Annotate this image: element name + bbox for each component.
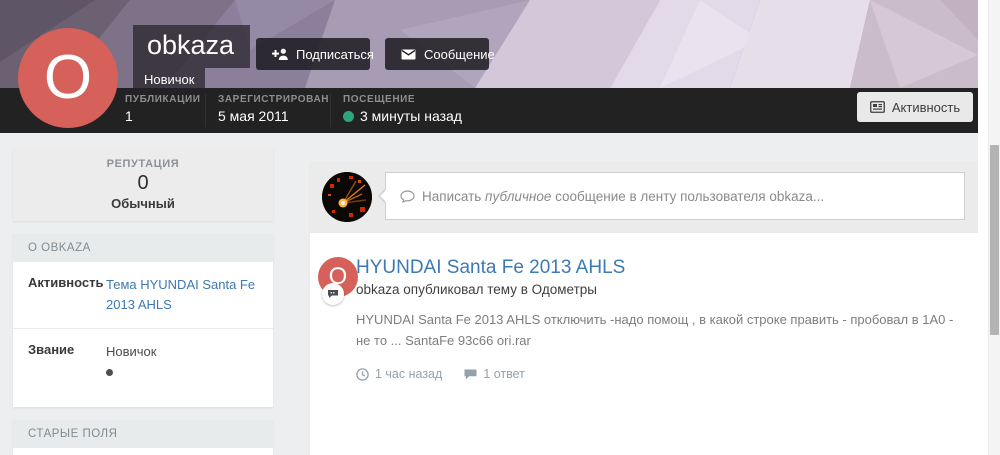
stats-divider	[205, 94, 206, 127]
online-status-dot	[343, 110, 354, 122]
main-column: Написать публичное сообщение в ленту пол…	[310, 162, 978, 455]
username: obkaza	[133, 25, 251, 68]
about-rank-value: Новичок	[106, 344, 157, 360]
old-fields-card: СТАРЫЕ ПОЛЯ Автомобиль c2	[13, 420, 273, 455]
about-row-rank: Звание Новичок	[13, 328, 273, 389]
about-card-title: О OBKAZA	[13, 234, 273, 262]
time-label: 1 час назад	[375, 367, 443, 382]
stats-divider	[330, 94, 331, 127]
status-placeholder: Написать публичное сообщение в ленту пол…	[422, 188, 825, 204]
activity-meta: 1 час назад 1 ответ	[356, 367, 958, 381]
stat-posts-value: 1	[125, 108, 133, 124]
about-activity-label: Активность	[28, 275, 104, 290]
follow-button-label: Подписаться	[296, 46, 374, 62]
reputation-title: РЕПУТАЦИЯ	[106, 158, 180, 170]
speedometer-avatar-image	[322, 172, 372, 222]
activity-button-label: Активность	[891, 99, 961, 115]
profile-page: O obkaza Новичок Подписаться Сообщение П…	[0, 0, 978, 455]
stat-joined-value: 5 мая 2011	[218, 108, 289, 124]
composer-pointer-fill	[379, 188, 388, 204]
viewer-avatar[interactable]	[322, 172, 372, 222]
replies-label: 1 ответ	[483, 367, 525, 382]
stat-joined-label: ЗАРЕГИСТРИРОВАН	[218, 94, 330, 105]
status-input[interactable]: Написать публичное сообщение в ленту пол…	[385, 172, 965, 220]
rank-pip-icon	[106, 369, 113, 377]
reputation-value: 0	[137, 172, 149, 194]
activity-byline: obkaza опубликовал тему в Одометры	[356, 282, 597, 297]
activity-item: O HYUNDAI Santa Fe 2013 AHLS obkaza опуб…	[310, 233, 978, 381]
about-rank-label: Звание	[28, 342, 75, 358]
message-button-label: Сообщение	[424, 46, 495, 62]
user-rank-badge: Новичок	[133, 68, 206, 93]
stat-posts: ПУБЛИКАЦИИ 1	[125, 94, 201, 124]
stat-joined: ЗАРЕГИСТРИРОВАН 5 мая 2011	[218, 94, 329, 124]
speech-bubble-icon	[400, 189, 415, 203]
sidebar: РЕПУТАЦИЯ 0 Обычный О OBKAZA Активность …	[13, 149, 273, 455]
about-row-activity: Активность Тема HYUNDAI Santa Fe 2013 AH…	[13, 262, 273, 328]
replies-meta[interactable]: 1 ответ	[464, 367, 525, 381]
topic-excerpt: HYUNDAI Santa Fe 2013 AHLS отключить -на…	[356, 312, 954, 349]
comment-badge-icon	[328, 290, 338, 298]
newspaper-icon	[869, 101, 885, 113]
stat-last-visit-value: 3 минуты назад	[360, 108, 462, 124]
message-button[interactable]: Сообщение	[385, 38, 495, 70]
stat-last-visit: ПОСЕЩЕНИЕ 3 минуты назад	[343, 94, 462, 124]
activity-button[interactable]: Активность	[857, 92, 973, 122]
time-meta[interactable]: 1 час назад	[356, 367, 442, 381]
old-fields-title: СТАРЫЕ ПОЛЯ	[13, 420, 273, 449]
status-composer: Написать публичное сообщение в ленту пол…	[310, 162, 978, 233]
stats-bar: ПУБЛИКАЦИИ 1 ЗАРЕГИСТРИРОВАН 5 мая 2011 …	[0, 88, 978, 133]
user-plus-icon	[272, 48, 288, 60]
profile-avatar[interactable]: O	[18, 28, 118, 128]
profile-avatar-letter: O	[43, 43, 93, 112]
about-activity-link[interactable]: Тема HYUNDAI Santa Fe 2013 AHLS	[106, 275, 258, 315]
topic-badge	[322, 283, 344, 305]
username-block: obkaza Новичок	[133, 25, 251, 93]
stat-posts-label: ПУБЛИКАЦИИ	[125, 94, 201, 105]
reputation-level: Обычный	[111, 196, 175, 211]
about-card: О OBKAZA Активность Тема HYUNDAI Santa F…	[13, 234, 273, 408]
follow-button[interactable]: Подписаться	[256, 38, 374, 70]
topic-title-link[interactable]: HYUNDAI Santa Fe 2013 AHLS	[356, 257, 625, 279]
stat-last-visit-label: ПОСЕЩЕНИЕ	[343, 94, 416, 105]
scrollbar-thumb[interactable]	[990, 145, 999, 335]
reputation-card: РЕПУТАЦИЯ 0 Обычный	[13, 149, 273, 221]
activity-feed: O HYUNDAI Santa Fe 2013 AHLS obkaza опуб…	[310, 233, 978, 455]
clock-icon	[356, 367, 369, 381]
old-field-row-car: Автомобиль c2	[13, 448, 273, 455]
envelope-icon	[401, 49, 416, 59]
reply-count-icon	[464, 369, 477, 379]
